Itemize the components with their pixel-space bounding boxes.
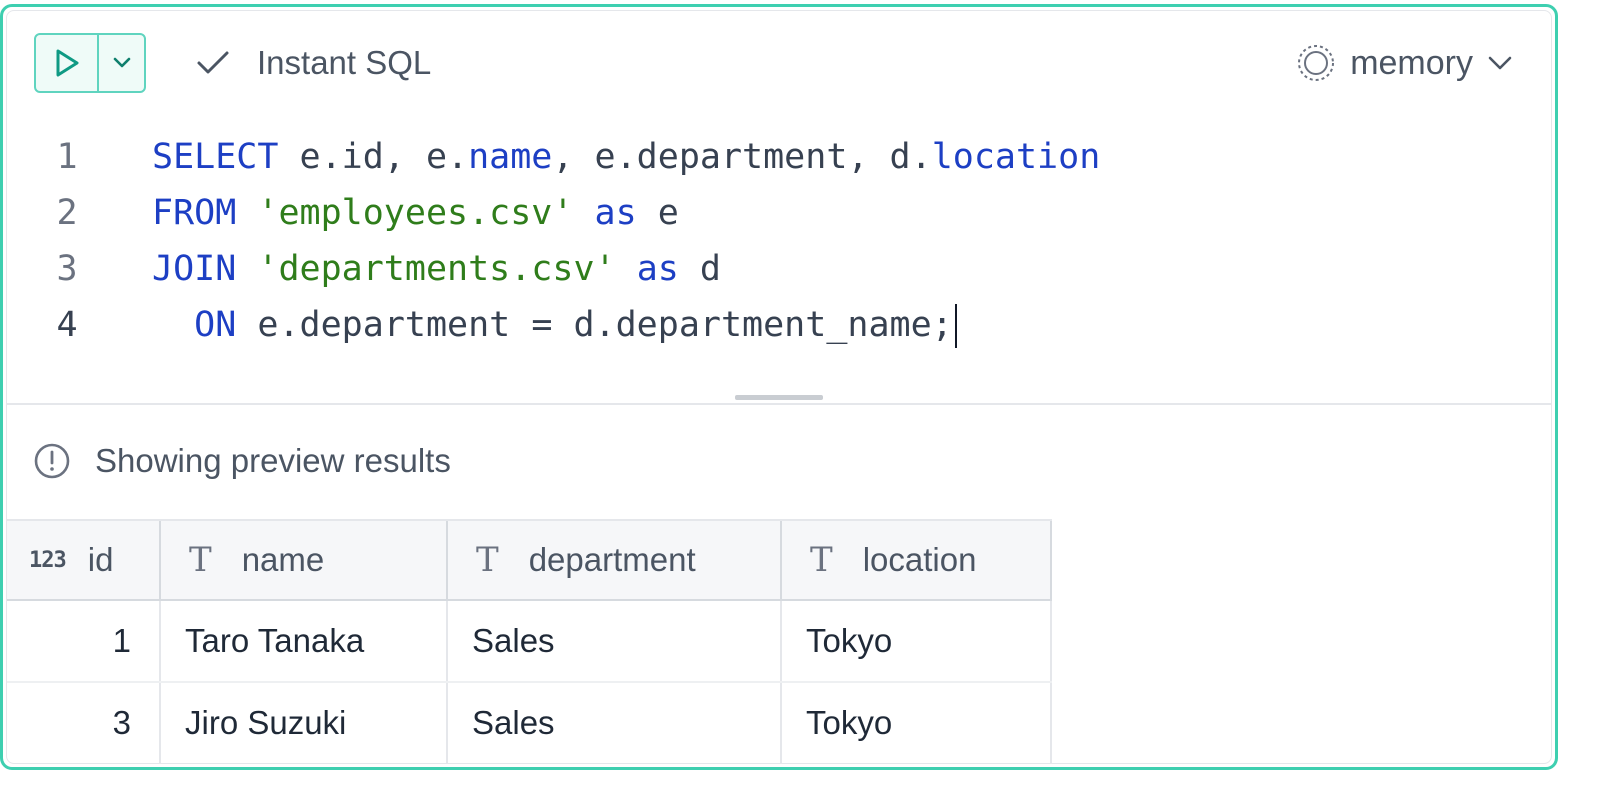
run-options-dropdown[interactable] xyxy=(99,35,144,91)
code-text: FROM 'employees.csv' as e xyxy=(152,185,679,241)
cell-name[interactable]: Jiro Suzuki xyxy=(161,683,448,763)
sql-keyword: FROM xyxy=(152,193,237,233)
alert-circle-icon xyxy=(34,443,70,479)
table-row[interactable]: 3 Jiro Suzuki Sales Tokyo xyxy=(7,683,1052,763)
instant-sql-label: Instant SQL xyxy=(257,44,432,81)
cell-department[interactable]: Sales xyxy=(448,601,782,681)
cell-name[interactable]: Taro Tanaka xyxy=(161,601,448,681)
column-header-label: department xyxy=(528,541,696,578)
play-icon xyxy=(56,49,78,77)
sql-keyword: ON xyxy=(194,305,237,345)
code-text: JOIN 'departments.csv' as d xyxy=(152,241,721,297)
text-cursor xyxy=(954,304,957,348)
sql-token: , e.department, d. xyxy=(552,137,932,177)
database-spinner-icon xyxy=(1298,45,1335,81)
cell-location[interactable]: Tokyo xyxy=(782,683,1052,763)
sql-cell: Instant SQL memory 1 SELECT e.id, e.name,… xyxy=(0,4,1558,770)
text-type-icon: T xyxy=(810,540,833,580)
editor-results-divider xyxy=(7,403,1551,405)
sql-keyword: SELECT xyxy=(152,137,279,177)
column-header-label: location xyxy=(862,541,977,578)
sql-string: 'employees.csv' xyxy=(257,193,574,233)
run-button-group xyxy=(34,33,146,93)
instant-sql-toggle[interactable]: Instant SQL xyxy=(195,41,431,85)
cell-id[interactable]: 3 xyxy=(7,683,161,763)
preview-notice-text: Showing preview results xyxy=(95,442,451,479)
table-row[interactable]: 1 Taro Tanaka Sales Tokyo xyxy=(7,601,1052,683)
code-text: ON e.department = d.department_name; xyxy=(152,297,957,353)
column-header-id[interactable]: 123 id xyxy=(7,521,161,599)
line-number: 1 xyxy=(56,137,78,177)
code-line[interactable]: 1 SELECT e.id, e.name, e.department, d.lo… xyxy=(7,129,1551,185)
sql-token: e xyxy=(636,193,679,233)
column-header-department[interactable]: T department xyxy=(448,521,782,599)
sql-token: e.department = d.department_name; xyxy=(236,305,953,345)
table-header: 123 id T name T department T location xyxy=(7,519,1052,601)
check-icon xyxy=(197,51,229,74)
number-type-icon: 123 xyxy=(29,547,67,573)
sql-token: e.id, e. xyxy=(278,137,469,177)
run-button[interactable] xyxy=(36,35,99,91)
column-header-label: id xyxy=(87,541,114,578)
sql-token: d xyxy=(678,249,721,289)
preview-notice: Showing preview results xyxy=(33,439,451,483)
line-number: 4 xyxy=(56,305,78,345)
cell-id[interactable]: 1 xyxy=(7,601,161,681)
code-line[interactable]: 4 ON e.department = d.department_name; xyxy=(7,297,1551,353)
cell-location[interactable]: Tokyo xyxy=(782,601,1052,681)
chevron-down-icon xyxy=(1488,56,1512,70)
results-table: 123 id T name T department T location 1 xyxy=(7,519,1052,763)
code-text: SELECT e.id, e.name, e.department, d.loc… xyxy=(152,129,1100,185)
sql-keyword: name xyxy=(468,137,553,177)
sql-keyword: JOIN xyxy=(152,249,237,289)
code-line[interactable]: 3 JOIN 'departments.csv' as d xyxy=(7,241,1551,297)
sql-keyword: location xyxy=(931,137,1101,177)
text-type-icon: T xyxy=(476,540,499,580)
cell-department[interactable]: Sales xyxy=(448,683,782,763)
text-type-icon: T xyxy=(189,540,212,580)
chevron-down-icon xyxy=(113,57,130,68)
code-line[interactable]: 2 FROM 'employees.csv' as e xyxy=(7,185,1551,241)
database-label: memory xyxy=(1350,43,1473,82)
line-number: 3 xyxy=(56,249,78,289)
sql-keyword: as xyxy=(636,249,679,289)
sql-keyword: as xyxy=(594,193,637,233)
cell-toolbar: Instant SQL memory xyxy=(7,11,1551,111)
database-selector[interactable]: memory xyxy=(1296,41,1513,85)
column-header-name[interactable]: T name xyxy=(161,521,448,599)
resize-handle[interactable] xyxy=(735,395,823,400)
sql-editor[interactable]: 1 SELECT e.id, e.name, e.department, d.lo… xyxy=(7,119,1551,399)
sql-cell-inner: Instant SQL memory 1 SELECT e.id, e.name,… xyxy=(6,10,1552,764)
line-number: 2 xyxy=(56,193,78,233)
column-header-location[interactable]: T location xyxy=(782,521,1052,599)
sql-string: 'departments.csv' xyxy=(257,249,616,289)
column-header-label: name xyxy=(241,541,325,578)
